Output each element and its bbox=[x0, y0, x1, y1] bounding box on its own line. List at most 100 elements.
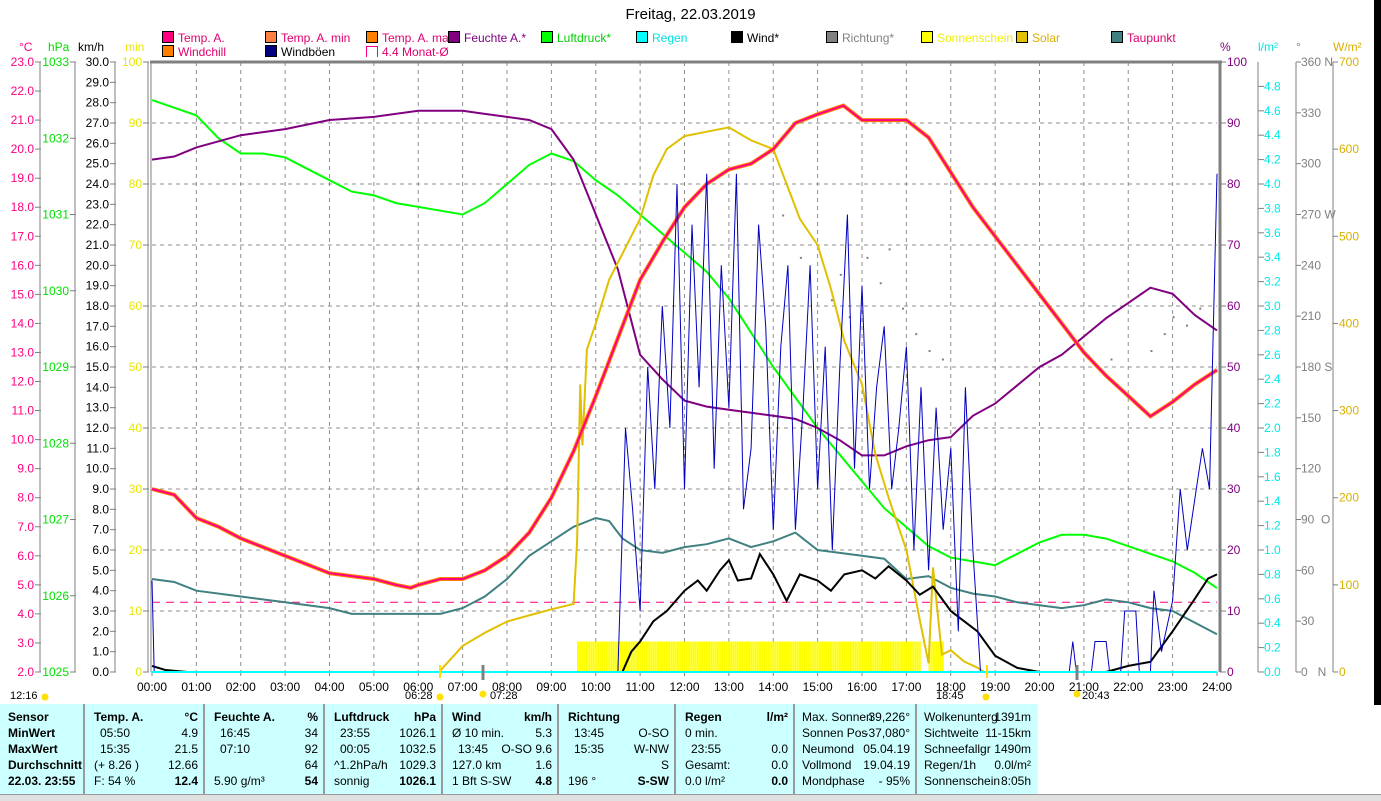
axis-label-wind: 23.0 bbox=[86, 197, 110, 211]
axis-label-wind: 18.0 bbox=[86, 299, 110, 313]
axis-label-wind: 4.0 bbox=[92, 584, 109, 598]
sunshine-bar bbox=[885, 641, 888, 672]
sunshine-bar bbox=[772, 641, 775, 672]
sunshine-bar bbox=[648, 641, 651, 672]
axis-label-rain: 3.8 bbox=[1264, 201, 1281, 215]
sunshine-bar bbox=[878, 641, 881, 672]
direction-point bbox=[839, 273, 842, 276]
axis-label-solar: 200 bbox=[1339, 491, 1359, 505]
sunshine-bar bbox=[787, 641, 790, 672]
table-row-label: Durchschnitt bbox=[8, 758, 83, 772]
axis-label-dir: 150 bbox=[1301, 411, 1321, 425]
sunshine-bar bbox=[625, 641, 628, 672]
axis-label-temp: 12.0 bbox=[11, 375, 35, 389]
table-cell-astro-value: -37,080° bbox=[864, 726, 911, 740]
sunshine-bar bbox=[603, 641, 606, 672]
table-cell-hum-value: 92 bbox=[304, 742, 318, 756]
sunshine-bar bbox=[719, 641, 722, 672]
sunshine-bar bbox=[741, 641, 744, 672]
sunshine-bar bbox=[830, 641, 833, 672]
sunshine-bar bbox=[694, 641, 697, 672]
sunshine-bar bbox=[774, 641, 777, 672]
axis-label-wind: 21.0 bbox=[86, 238, 110, 252]
sunshine-bar bbox=[701, 641, 704, 672]
axis-label-press: 1028 bbox=[42, 436, 69, 450]
sunshine-bar bbox=[814, 641, 817, 672]
sunshine-bar bbox=[801, 641, 804, 672]
table-cell-rain-value: 0.0 bbox=[771, 742, 788, 756]
axis-label-rain: 3.4 bbox=[1264, 250, 1281, 264]
sunshine-bar bbox=[619, 641, 622, 672]
sunshine-bar bbox=[794, 641, 797, 672]
sunshine-bar bbox=[690, 641, 693, 672]
sunshine-bar bbox=[696, 641, 699, 672]
sunshine-bar bbox=[725, 641, 728, 672]
sunshine-bar bbox=[590, 641, 593, 672]
civil-dawn-time: 07:28 bbox=[490, 690, 518, 702]
sunshine-bar bbox=[770, 641, 773, 672]
axis-label-sun: 50 bbox=[129, 360, 143, 374]
axis-label-dir: 60 bbox=[1301, 563, 1315, 577]
sunshine-bar bbox=[661, 641, 664, 672]
sunshine-bar bbox=[683, 641, 686, 672]
direction-point bbox=[1163, 333, 1166, 336]
axis-label-hum: 0 bbox=[1227, 665, 1234, 679]
direction-point bbox=[928, 350, 931, 353]
axis-label-temp: 9.0 bbox=[17, 462, 34, 476]
sunset-time: 18:45 bbox=[936, 690, 964, 702]
sunshine-bar bbox=[876, 641, 879, 672]
sunshine-bar bbox=[577, 641, 580, 672]
axis-label-temp: 18.0 bbox=[11, 200, 35, 214]
sunshine-bar bbox=[914, 641, 917, 672]
x-tick-label: 15:00 bbox=[803, 680, 833, 694]
solar-noon-time: 12:16 bbox=[10, 690, 38, 702]
axis-label-hum: 40 bbox=[1227, 421, 1241, 435]
direction-point bbox=[888, 248, 891, 251]
axis-label-wind: 29.0 bbox=[86, 75, 110, 89]
axis-label-wind: 1.0 bbox=[92, 645, 109, 659]
axis-label-sun: 80 bbox=[129, 177, 143, 191]
sunshine-bar bbox=[652, 641, 655, 672]
sunshine-bar bbox=[641, 641, 644, 672]
table-column-0: Sensor MinWert MaxWert Durchschnitt 22.03. 2… bbox=[0, 704, 85, 794]
sunshine-bar bbox=[614, 641, 617, 672]
table-cell-temp-value: 12.66 bbox=[167, 758, 198, 772]
axis-label-dir: 210 bbox=[1301, 309, 1321, 323]
table-cell-astro-value: - 95% bbox=[878, 774, 910, 788]
axis-label-sun: 100 bbox=[122, 55, 142, 69]
axis-label-temp: 2.0 bbox=[17, 665, 34, 679]
axis-label-temp: 5.0 bbox=[17, 578, 34, 592]
axis-label-solar: 700 bbox=[1339, 55, 1359, 69]
axis-label-rain: 0.6 bbox=[1264, 592, 1281, 606]
sunshine-bar bbox=[810, 641, 813, 672]
axis-label-wind: 7.0 bbox=[92, 523, 109, 537]
axis-label-wind: 30.0 bbox=[86, 55, 110, 69]
direction-point bbox=[901, 307, 904, 310]
axis-label-dir: 360 N bbox=[1301, 55, 1333, 69]
direction-point bbox=[1185, 324, 1188, 327]
sunshine-bar bbox=[869, 641, 872, 672]
axis-label-solar: 600 bbox=[1339, 142, 1359, 156]
axis-label-hum: 80 bbox=[1227, 177, 1241, 191]
axis-label-temp: 4.0 bbox=[17, 607, 34, 621]
axis-label-wind: 13.0 bbox=[86, 401, 110, 415]
table-cell-temp-value: 21.5 bbox=[174, 742, 198, 756]
sunshine-bar bbox=[850, 641, 853, 672]
sunshine-bar bbox=[836, 641, 839, 672]
axis-label-wind: 19.0 bbox=[86, 279, 110, 293]
table-row-label: MaxWert bbox=[8, 742, 58, 756]
sun-icon bbox=[982, 693, 990, 701]
table-column-4: Wind km/h Ø 10 min. 5.3 13:45 O-SO 9.6 127.0 k… bbox=[445, 704, 559, 794]
axis-label-rain: 0.0 bbox=[1264, 665, 1281, 679]
x-tick-label: 20:00 bbox=[1024, 680, 1054, 694]
axis-label-press: 1033 bbox=[42, 55, 69, 69]
axis-label-dir: 240 bbox=[1301, 258, 1321, 272]
series-feuchte-a- bbox=[151, 109, 1218, 457]
sunshine-bar bbox=[597, 641, 600, 672]
sun-icon bbox=[479, 690, 487, 698]
sunshine-bar bbox=[727, 641, 730, 672]
sunshine-bar bbox=[716, 641, 719, 672]
x-tick-label: 12:00 bbox=[669, 680, 699, 694]
sunshine-bar bbox=[854, 641, 857, 672]
axis-label-temp: 14.0 bbox=[11, 316, 35, 330]
